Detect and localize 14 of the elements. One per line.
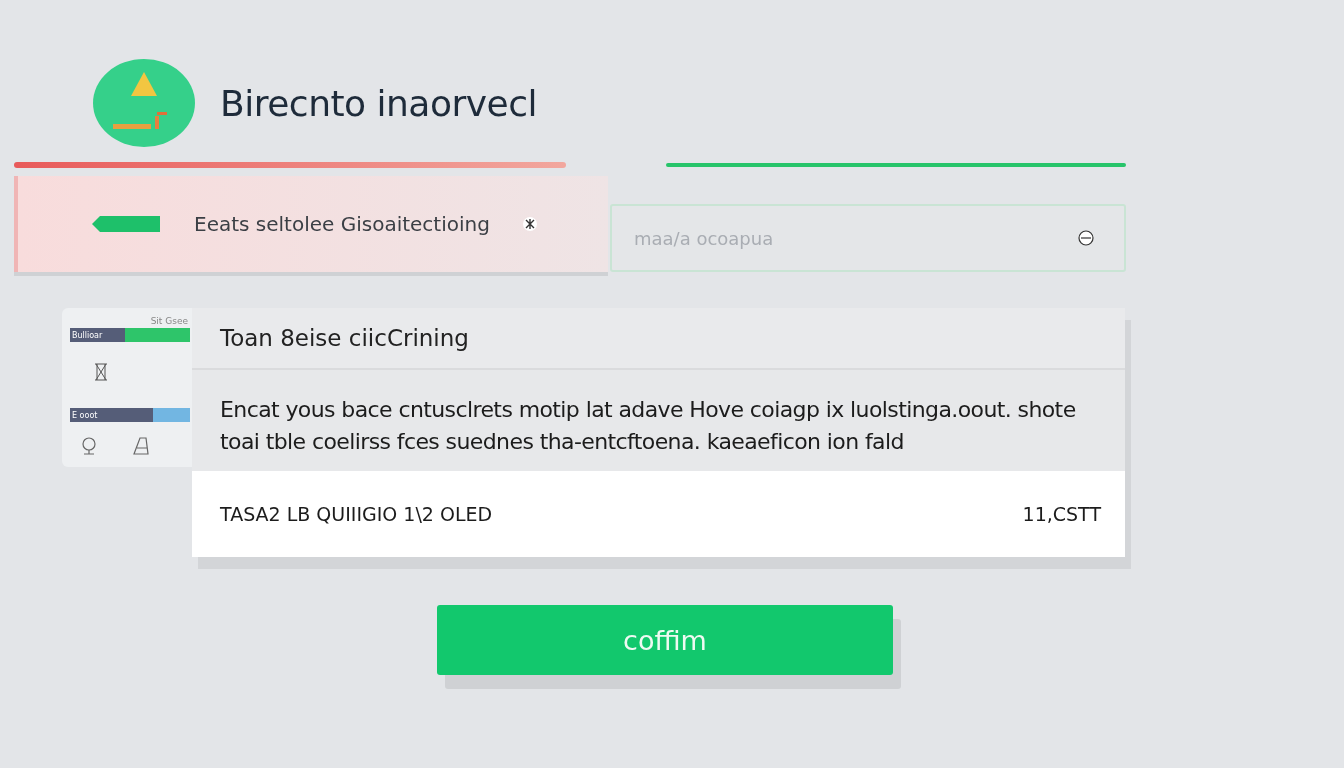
logo-icon — [93, 58, 196, 148]
arrow-icon — [92, 216, 162, 232]
card-title: Toan 8eise ciicCrining — [220, 325, 469, 351]
search-field[interactable]: maa/a ocoapua — [610, 204, 1126, 272]
pin-icon[interactable] — [80, 436, 98, 456]
panel-label: Eeats seltolee Gisoaitectioing — [194, 212, 490, 236]
footer-value: 11,CSTT — [1022, 503, 1101, 525]
meter-label: E ooot — [72, 410, 98, 420]
minus-circle-icon[interactable] — [1078, 230, 1094, 246]
footer-label: TASA2 LB QUIIIGIO 1\2 OLED — [220, 503, 493, 525]
card-message: Encat yous bace cntusclrets motip lat adave Hove coiagp ix luolstinga.oout. shote toai tble coelirss fces suednes tha-entcftoena. kaeaeficon ion fald — [220, 396, 1077, 456]
sidebar-caption: Sit Gsee — [150, 316, 188, 326]
app-title: Birecnto inaorvecl — [220, 82, 537, 124]
meter-label: Bullioar — [72, 330, 103, 340]
